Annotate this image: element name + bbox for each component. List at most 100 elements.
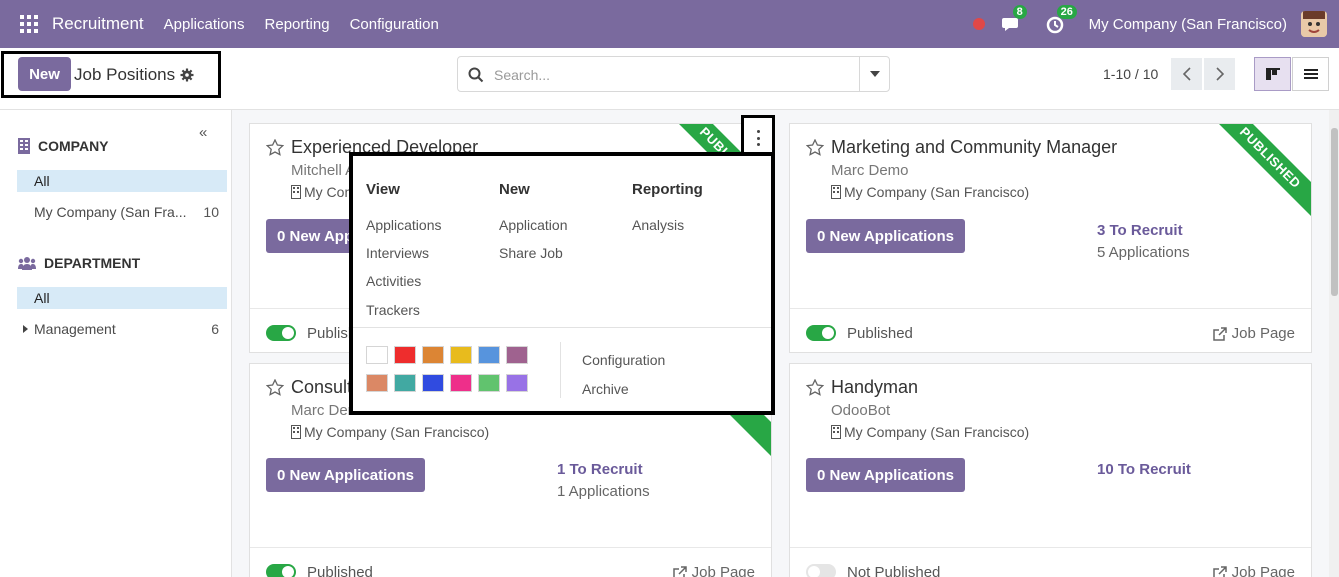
dropdown-view-header: View [366,181,400,198]
published-toggle[interactable] [266,325,296,341]
dropdown-view-interviews[interactable]: Interviews [366,245,429,261]
job-card[interactable]: Marketing and Community Manager Marc Dem… [789,123,1312,353]
dropdown-configuration[interactable]: Configuration [582,352,665,368]
pager-value[interactable]: 1-10 / 10 [1103,66,1158,82]
company-filter-title: COMPANY [38,138,109,154]
to-recruit-link[interactable]: 1 To Recruit [557,461,643,478]
applications-count[interactable]: 5 Applications [1097,244,1190,261]
to-recruit-link[interactable]: 10 To Recruit [1097,461,1191,478]
star-icon[interactable] [266,379,284,396]
dropdown-share-job[interactable]: Share Job [499,245,563,261]
dropdown-view-trackers[interactable]: Trackers [366,302,420,318]
star-icon[interactable] [806,139,824,156]
published-toggle[interactable] [266,564,296,577]
job-company: My Company (San Francisco) [831,424,1029,440]
search-input[interactable] [494,64,854,86]
dropdown-new-header: New [499,181,530,198]
kanban-icon [1265,68,1280,80]
new-applications-button[interactable]: 0 New Applications [806,458,965,492]
menu-reporting[interactable]: Reporting [265,16,330,33]
filter-label: All [34,290,50,306]
color-swatch[interactable] [450,346,472,364]
color-swatch[interactable] [450,374,472,392]
building-icon [831,185,841,199]
published-label: Not Published [847,564,941,577]
job-company: My Company (San Francisco) [291,424,489,440]
job-title[interactable]: Marketing and Community Manager [831,137,1117,158]
dropdown-view-applications[interactable]: Applications [366,217,442,233]
activity-clock-icon[interactable]: 26 [1045,5,1077,35]
job-card[interactable]: Handyman OdooBot My Company (San Francis… [789,363,1312,577]
new-applications-button[interactable]: 0 New Applications [266,458,425,492]
dropdown-view-activities[interactable]: Activities [366,273,421,289]
applications-count[interactable]: 1 Applications [557,483,650,500]
menu-configuration[interactable]: Configuration [350,16,439,33]
filter-label: All [34,173,50,189]
caret-right-icon[interactable] [23,325,28,333]
card-footer: Published Job Page [790,308,1311,352]
collapse-sidebar-icon[interactable]: « [199,124,207,141]
menu-applications[interactable]: Applications [164,16,245,33]
job-title[interactable]: Consult [291,377,352,398]
color-swatch[interactable] [366,374,388,392]
pager-previous-button[interactable] [1171,58,1202,90]
dropdown-archive[interactable]: Archive [582,381,629,397]
company-filter-my-company[interactable]: My Company (San Fra... 10 [17,201,227,223]
scrollbar-thumb[interactable] [1331,128,1338,296]
company-name: My Company (San Francisco) [844,184,1030,200]
gear-icon[interactable] [180,68,194,82]
color-swatch[interactable] [478,346,500,364]
color-swatch[interactable] [422,346,444,364]
filter-sidebar: « COMPANY All My Company (San Fra... 10 … [0,110,232,577]
dropdown-divider [353,327,771,328]
page-title: Job Positions [74,65,176,84]
color-swatch[interactable] [506,374,528,392]
new-applications-button[interactable]: 0 New Applications [806,219,965,253]
building-icon [291,185,301,199]
app-brand[interactable]: Recruitment [52,14,144,34]
published-toggle[interactable] [806,325,836,341]
company-name: My Company (San Francisco) [304,424,490,440]
chat-icon[interactable]: 8 [1001,5,1027,35]
job-page-link[interactable]: Job Page [672,564,755,577]
published-label: Published [307,564,373,577]
new-button[interactable]: New [18,57,71,91]
job-page-label: Job Page [1231,325,1295,342]
building-icon [18,138,30,154]
pager-next-button[interactable] [1204,58,1235,90]
job-page-link[interactable]: Job Page [1212,564,1295,577]
dropdown-reporting-header: Reporting [632,181,703,198]
star-icon[interactable] [806,379,824,396]
department-filter-all[interactable]: All [17,287,227,309]
dropdown-new-application[interactable]: Application [499,217,568,233]
dropdown-reporting-analysis[interactable]: Analysis [632,217,684,233]
list-view-button[interactable] [1292,57,1329,91]
app-grid-icon[interactable] [20,15,38,33]
color-swatch[interactable] [394,374,416,392]
color-swatch[interactable] [478,374,500,392]
company-filter-all[interactable]: All [17,170,227,192]
search-options-toggle[interactable] [859,57,889,91]
color-swatch[interactable] [506,346,528,364]
job-title[interactable]: Handyman [831,377,918,398]
recording-indicator-icon[interactable] [972,18,985,30]
color-swatch[interactable] [422,374,444,392]
job-page-link[interactable]: Job Page [1212,325,1295,342]
job-company: My Com [291,184,356,200]
card-footer: Published Job Page [250,547,771,577]
to-recruit-link[interactable]: 3 To Recruit [1097,222,1183,239]
building-icon [831,425,841,439]
search-icon [468,67,484,83]
company-switcher[interactable]: My Company (San Francisco) [1089,16,1287,33]
kanban-view-button[interactable] [1254,57,1291,91]
published-ribbon: PUBLISHED [1208,124,1311,220]
user-avatar[interactable] [1301,11,1327,37]
color-swatch[interactable] [394,346,416,364]
filter-label: My Company (San Fra... [34,204,187,220]
company-filter-header: COMPANY [18,138,109,154]
filter-count: 6 [211,321,219,337]
color-swatch[interactable] [366,346,388,364]
published-toggle[interactable] [806,564,836,577]
department-filter-management[interactable]: Management 6 [17,318,227,340]
star-icon[interactable] [266,139,284,156]
